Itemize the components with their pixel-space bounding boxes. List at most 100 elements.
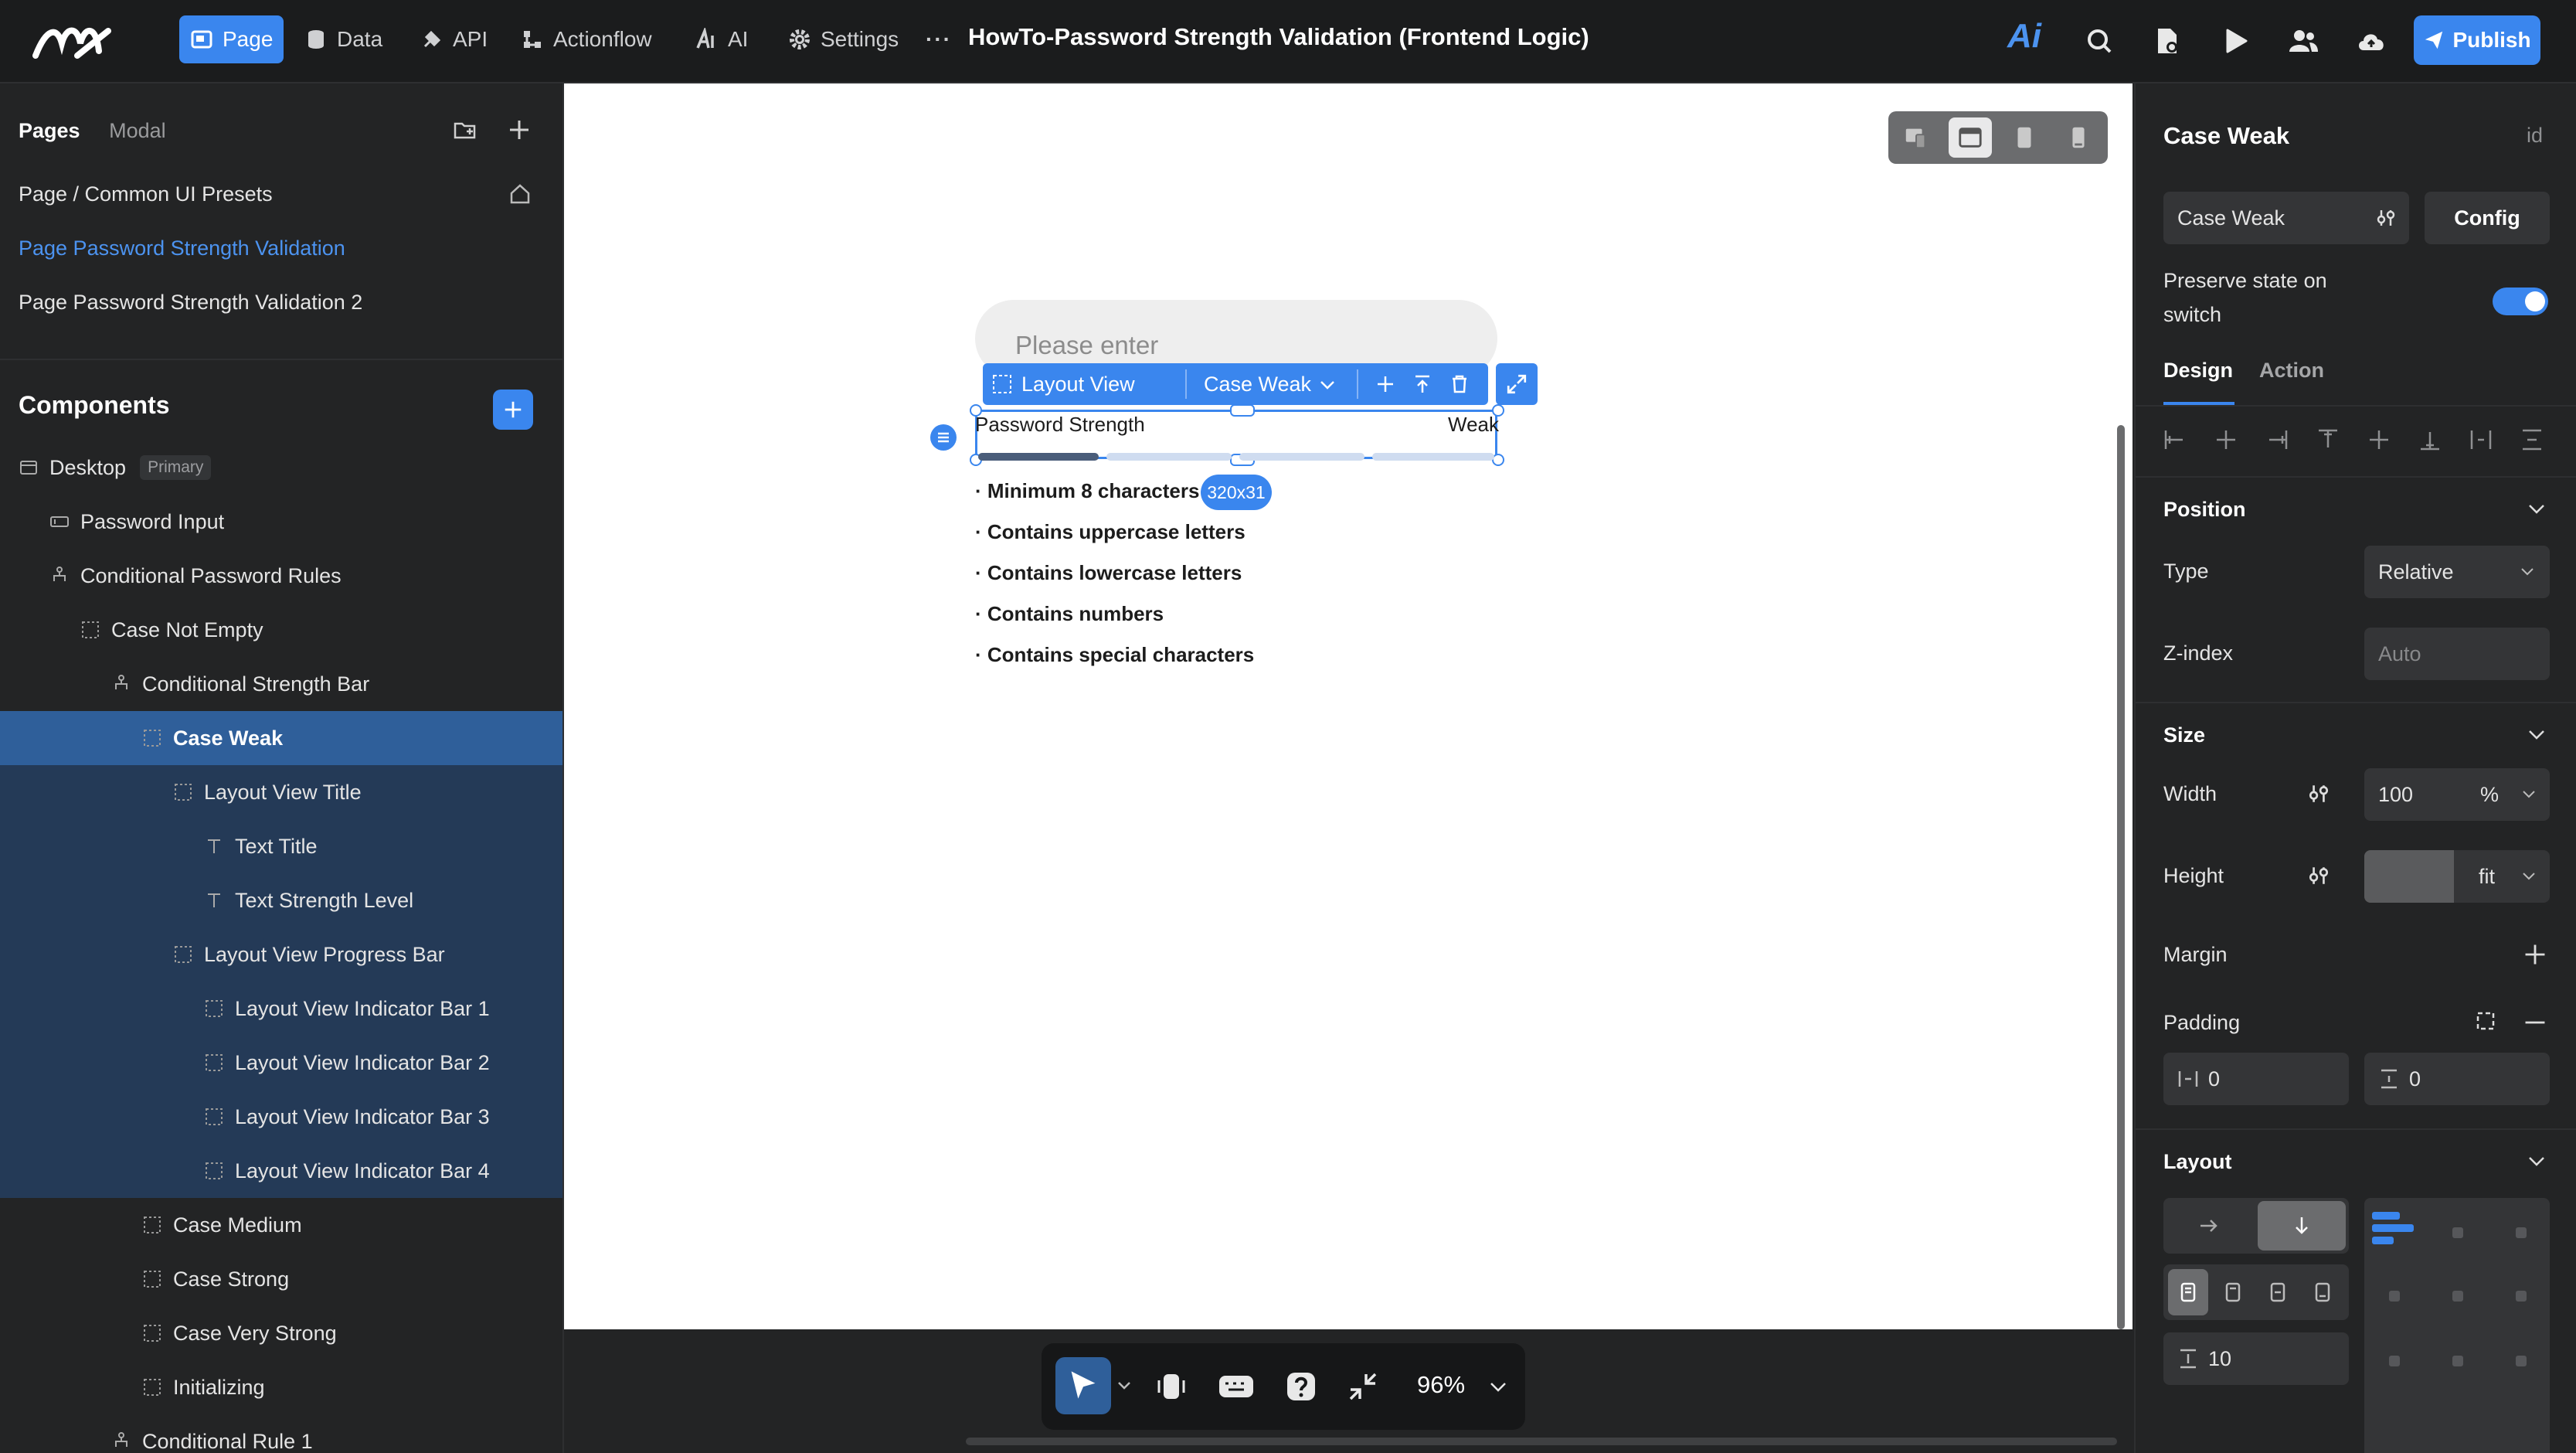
app-logo-icon[interactable] — [31, 20, 116, 62]
align-right-icon[interactable] — [2265, 428, 2289, 451]
chevron-down-icon[interactable] — [1488, 1377, 1508, 1397]
alignment-grid[interactable] — [2364, 1198, 2550, 1453]
device-all-button[interactable] — [1895, 117, 1938, 158]
width-unit[interactable]: % — [2480, 783, 2499, 807]
tree-item-conditional-strength-bar[interactable]: Conditional Strength Bar — [0, 657, 562, 711]
padding-vertical-input[interactable]: 0 — [2364, 1053, 2550, 1105]
zoom-level[interactable]: 96% — [1417, 1371, 1465, 1399]
remove-padding-icon[interactable] — [2522, 1009, 2548, 1036]
tab-action[interactable]: Action — [2259, 359, 2324, 383]
chevron-down-icon[interactable] — [2527, 499, 2547, 519]
hand-tool-icon[interactable] — [1154, 1370, 1188, 1404]
more-menu-button[interactable]: ··· — [915, 15, 963, 63]
variable-icon[interactable] — [2307, 864, 2330, 887]
tab-design[interactable]: Design — [2163, 359, 2233, 383]
align-dot[interactable] — [2452, 1356, 2463, 1366]
home-icon[interactable] — [508, 182, 532, 206]
collapse-icon[interactable] — [1346, 1370, 1380, 1404]
preserve-toggle[interactable] — [2493, 288, 2548, 315]
chevron-down-icon[interactable] — [1318, 376, 1337, 394]
align-dot[interactable] — [2516, 1291, 2527, 1302]
cloud-sync-button[interactable] — [2352, 22, 2391, 60]
page-item-common-ui[interactable]: Page / Common UI Presets — [19, 182, 273, 206]
nav-data[interactable]: Data — [294, 15, 393, 63]
align-dot[interactable] — [2516, 1227, 2527, 1238]
page-item-password-strength[interactable]: Page Password Strength Validation — [19, 236, 345, 260]
layout-option-icon[interactable] — [2222, 1281, 2244, 1303]
align-dot[interactable] — [2389, 1291, 2400, 1302]
align-dot[interactable] — [2452, 1291, 2463, 1302]
tree-item-indicator-bar-3[interactable]: Layout View Indicator Bar 3 — [0, 1090, 562, 1144]
toolbar-layout-label[interactable]: Layout View — [1021, 373, 1135, 396]
tree-item-conditional-rules[interactable]: Conditional Password Rules — [0, 549, 562, 603]
align-bottom-icon[interactable] — [2418, 428, 2442, 451]
tab-pages[interactable]: Pages — [19, 119, 80, 142]
case-select[interactable]: Case Weak — [2163, 192, 2409, 244]
tree-item-layout-view-title[interactable]: Layout View Title — [0, 765, 562, 819]
direction-row-button[interactable] — [2163, 1198, 2255, 1254]
tree-item-initializing[interactable]: Initializing — [0, 1360, 562, 1414]
indicator-bar-3[interactable] — [1239, 453, 1364, 461]
tree-item-case-strong[interactable]: Case Strong — [0, 1252, 562, 1306]
tree-item-desktop[interactable]: Desktop Primary — [0, 441, 562, 495]
help-icon[interactable] — [1284, 1370, 1318, 1404]
align-dot[interactable] — [2452, 1227, 2463, 1238]
align-dot[interactable] — [2389, 1356, 2400, 1366]
zindex-input[interactable]: Auto — [2364, 628, 2550, 680]
layout-option-icon[interactable] — [2312, 1281, 2333, 1303]
tree-item-indicator-bar-1[interactable]: Layout View Indicator Bar 1 — [0, 982, 562, 1036]
chevron-down-icon[interactable] — [1116, 1377, 1133, 1394]
ai-assistant-button[interactable]: Ai — [2007, 17, 2041, 56]
height-unit[interactable]: fit — [2479, 865, 2495, 889]
add-folder-icon[interactable] — [453, 117, 477, 142]
delete-icon[interactable] — [1449, 374, 1470, 394]
resize-handle-top[interactable] — [1230, 404, 1255, 417]
add-page-icon[interactable] — [507, 117, 532, 142]
tree-item-case-not-empty[interactable]: Case Not Empty — [0, 603, 562, 657]
tree-item-indicator-bar-4[interactable]: Layout View Indicator Bar 4 — [0, 1144, 562, 1198]
distribute-v-icon[interactable] — [2520, 428, 2544, 451]
text-strength-level[interactable]: Weak — [1448, 413, 1499, 437]
align-center-v-icon[interactable] — [2367, 428, 2391, 451]
add-margin-icon[interactable] — [2522, 941, 2548, 968]
nav-page[interactable]: Page — [179, 15, 284, 63]
chevron-down-icon[interactable] — [2527, 725, 2547, 745]
id-label[interactable]: id — [2527, 124, 2543, 148]
tree-item-layout-view-progress-bar[interactable]: Layout View Progress Bar — [0, 927, 562, 982]
height-input[interactable]: fit — [2364, 850, 2550, 903]
horizontal-scrollbar[interactable] — [966, 1438, 2117, 1445]
page-item-password-strength-2[interactable]: Page Password Strength Validation 2 — [19, 291, 362, 315]
align-left-icon[interactable] — [2163, 428, 2187, 451]
chevron-down-icon[interactable] — [2527, 1152, 2547, 1172]
nav-api[interactable]: API — [410, 15, 498, 63]
vertical-scrollbar[interactable] — [2117, 425, 2125, 1329]
layout-option-icon[interactable] — [2267, 1281, 2289, 1303]
refresh-search-button[interactable] — [2080, 22, 2119, 60]
toolbar-case-select[interactable]: Case Weak — [1204, 373, 1311, 396]
drag-handle[interactable] — [930, 424, 957, 451]
device-desktop-button[interactable] — [1949, 117, 1992, 158]
tree-item-text-strength-level[interactable]: Text Strength Level — [0, 873, 562, 927]
tab-modal[interactable]: Modal — [109, 119, 166, 142]
tree-item-conditional-rule-1[interactable]: Conditional Rule 1 — [0, 1414, 562, 1453]
padding-horizontal-input[interactable]: 0 — [2163, 1053, 2349, 1105]
select-tool-button[interactable] — [1055, 1357, 1111, 1414]
device-tablet-button[interactable] — [2003, 117, 2046, 158]
align-center-h-icon[interactable] — [2214, 428, 2238, 451]
align-dot[interactable] — [2516, 1356, 2527, 1366]
tree-item-text-title[interactable]: Text Title — [0, 819, 562, 873]
design-canvas[interactable] — [564, 83, 2133, 1329]
config-button[interactable]: Config — [2425, 192, 2550, 244]
add-child-icon[interactable] — [1375, 374, 1395, 394]
distribute-h-icon[interactable] — [2469, 428, 2493, 451]
tree-item-password-input[interactable]: Password Input — [0, 495, 562, 549]
document-settings-button[interactable] — [2148, 22, 2187, 60]
nav-ai[interactable]: AI — [685, 15, 759, 63]
tree-item-indicator-bar-2[interactable]: Layout View Indicator Bar 2 — [0, 1036, 562, 1090]
tree-item-case-medium[interactable]: Case Medium — [0, 1198, 562, 1252]
direction-column-button[interactable] — [2258, 1201, 2346, 1251]
select-parent-icon[interactable] — [1412, 374, 1432, 394]
tree-item-case-weak[interactable]: Case Weak — [0, 711, 562, 765]
gap-input[interactable]: 10 — [2163, 1332, 2349, 1385]
publish-button[interactable]: Publish — [2414, 15, 2540, 65]
